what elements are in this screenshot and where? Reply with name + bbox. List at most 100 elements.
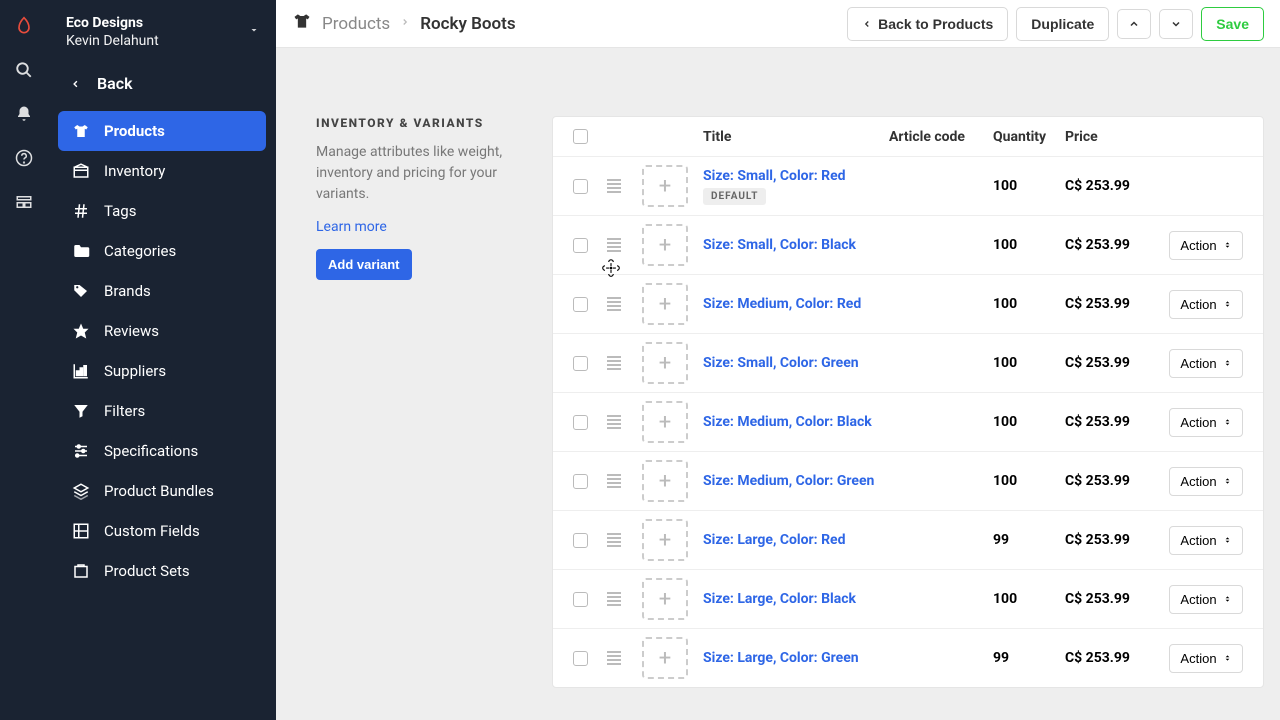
price-value: C$ 253.99 <box>1065 532 1159 548</box>
add-variant-button[interactable]: Add variant <box>316 249 412 280</box>
action-button[interactable]: Action <box>1169 644 1242 673</box>
action-button[interactable]: Action <box>1169 231 1242 260</box>
price-value: C$ 253.99 <box>1065 296 1159 312</box>
variant-title-link[interactable]: Size: Medium, Color: Black <box>703 414 872 430</box>
help-icon[interactable] <box>14 148 34 168</box>
bell-icon[interactable] <box>14 104 34 124</box>
sidebar-item-product-bundles[interactable]: Product Bundles <box>58 471 266 511</box>
add-image-button[interactable]: + <box>642 460 688 502</box>
add-image-button[interactable]: + <box>642 283 688 325</box>
col-article: Article code <box>889 129 993 145</box>
sidebar-item-reviews[interactable]: Reviews <box>58 311 266 351</box>
chevron-up-icon <box>1128 18 1140 30</box>
quantity-value: 100 <box>993 296 1065 312</box>
select-all-checkbox[interactable] <box>573 129 588 144</box>
sort-icon <box>1223 593 1232 605</box>
add-image-button[interactable]: + <box>642 578 688 620</box>
add-image-button[interactable]: + <box>642 401 688 443</box>
variant-title-link[interactable]: Size: Medium, Color: Green <box>703 473 874 489</box>
sidebar-item-custom-fields[interactable]: Custom Fields <box>58 511 266 551</box>
content-scroll[interactable]: INVENTORY & VARIANTS Manage attributes l… <box>276 48 1280 720</box>
add-image-button[interactable]: + <box>642 342 688 384</box>
sidebar-back[interactable]: Back <box>48 60 276 107</box>
sidebar-item-label: Categories <box>104 242 176 260</box>
sidebar: Eco Designs Kevin Delahunt Back Products… <box>48 0 276 720</box>
add-image-button[interactable]: + <box>642 224 688 266</box>
add-image-button[interactable]: + <box>642 519 688 561</box>
row-checkbox[interactable] <box>573 297 588 312</box>
row-checkbox[interactable] <box>573 651 588 666</box>
sidebar-item-tags[interactable]: Tags <box>58 191 266 231</box>
add-image-button[interactable]: + <box>642 637 688 679</box>
table-row: +Size: Medium, Color: Black100C$ 253.99A… <box>553 393 1263 452</box>
star-icon <box>72 322 90 340</box>
variant-title-link[interactable]: Size: Large, Color: Black <box>703 591 856 607</box>
learn-more-link[interactable]: Learn more <box>316 219 387 235</box>
drag-handle[interactable] <box>597 474 631 488</box>
funnel-icon <box>72 402 90 420</box>
row-checkbox[interactable] <box>573 592 588 607</box>
action-button[interactable]: Action <box>1169 467 1242 496</box>
panel-title: INVENTORY & VARIANTS <box>316 116 516 130</box>
table-row: + Size: Medium, Color: Red 100C$ 253.99 Act… <box>553 275 1263 334</box>
prev-button[interactable] <box>1117 9 1151 39</box>
sidebar-item-brands[interactable]: Brands <box>58 271 266 311</box>
price-value: C$ 253.99 <box>1065 237 1159 253</box>
sidebar-item-suppliers[interactable]: Suppliers <box>58 351 266 391</box>
row-checkbox[interactable] <box>573 179 588 194</box>
variant-title-link[interactable]: Size: Small, Color: Green <box>703 355 859 371</box>
action-button[interactable]: Action <box>1169 585 1242 614</box>
drag-handle[interactable] <box>597 179 631 193</box>
row-checkbox[interactable] <box>573 356 588 371</box>
sidebar-item-label: Custom Fields <box>104 522 200 540</box>
sidebar-item-product-sets[interactable]: Product Sets <box>58 551 266 591</box>
variant-title-link[interactable]: Size: Medium, Color: Red <box>703 296 861 312</box>
sidebar-item-filters[interactable]: Filters <box>58 391 266 431</box>
sidebar-item-inventory[interactable]: Inventory <box>58 151 266 191</box>
variant-title-link[interactable]: Size: Large, Color: Red <box>703 532 846 548</box>
action-button[interactable]: Action <box>1169 290 1242 319</box>
search-icon[interactable] <box>14 60 34 80</box>
sidebar-back-label: Back <box>97 74 133 93</box>
sidebar-item-categories[interactable]: Categories <box>58 231 266 271</box>
breadcrumb: Products Rocky Boots <box>292 11 516 36</box>
row-checkbox[interactable] <box>573 415 588 430</box>
save-button[interactable]: Save <box>1201 7 1264 41</box>
row-checkbox[interactable] <box>573 474 588 489</box>
variant-title-link[interactable]: Size: Small, Color: Black <box>703 237 856 253</box>
drag-handle[interactable] <box>597 651 631 665</box>
price-value: C$ 253.99 <box>1065 414 1159 430</box>
row-checkbox[interactable] <box>573 238 588 253</box>
action-button[interactable]: Action <box>1169 526 1242 555</box>
duplicate-button[interactable]: Duplicate <box>1016 7 1109 41</box>
sidebar-nav: ProductsInventory Tags Categories BrandsRev… <box>48 107 276 601</box>
drag-handle[interactable] <box>597 592 631 606</box>
next-button[interactable] <box>1159 9 1193 39</box>
sort-icon <box>1223 534 1232 546</box>
drag-handle[interactable] <box>597 238 631 252</box>
apps-icon[interactable] <box>14 192 34 212</box>
chevron-left-icon <box>70 76 81 92</box>
variant-title-link[interactable]: Size: Small, Color: Red <box>703 168 846 184</box>
logo-icon[interactable] <box>14 16 34 36</box>
drag-handle[interactable] <box>597 356 631 370</box>
row-checkbox[interactable] <box>573 533 588 548</box>
sidebar-item-products[interactable]: Products <box>58 111 266 151</box>
drag-handle[interactable] <box>597 297 631 311</box>
quantity-value: 100 <box>993 473 1065 489</box>
store-switcher[interactable]: Eco Designs Kevin Delahunt <box>48 0 276 60</box>
grid-icon <box>72 522 90 540</box>
back-to-products-button[interactable]: Back to Products <box>847 7 1008 41</box>
stack-icon <box>72 482 90 500</box>
breadcrumb-parent[interactable]: Products <box>322 14 390 34</box>
drag-handle[interactable] <box>597 533 631 547</box>
sidebar-item-label: Tags <box>104 202 136 220</box>
drag-handle[interactable] <box>597 415 631 429</box>
action-button[interactable]: Action <box>1169 349 1242 378</box>
price-value: C$ 253.99 <box>1065 178 1159 194</box>
sidebar-item-specifications[interactable]: Specifications <box>58 431 266 471</box>
action-button[interactable]: Action <box>1169 408 1242 437</box>
col-qty: Quantity <box>993 129 1065 145</box>
add-image-button[interactable]: + <box>642 165 688 207</box>
variant-title-link[interactable]: Size: Large, Color: Green <box>703 650 859 666</box>
